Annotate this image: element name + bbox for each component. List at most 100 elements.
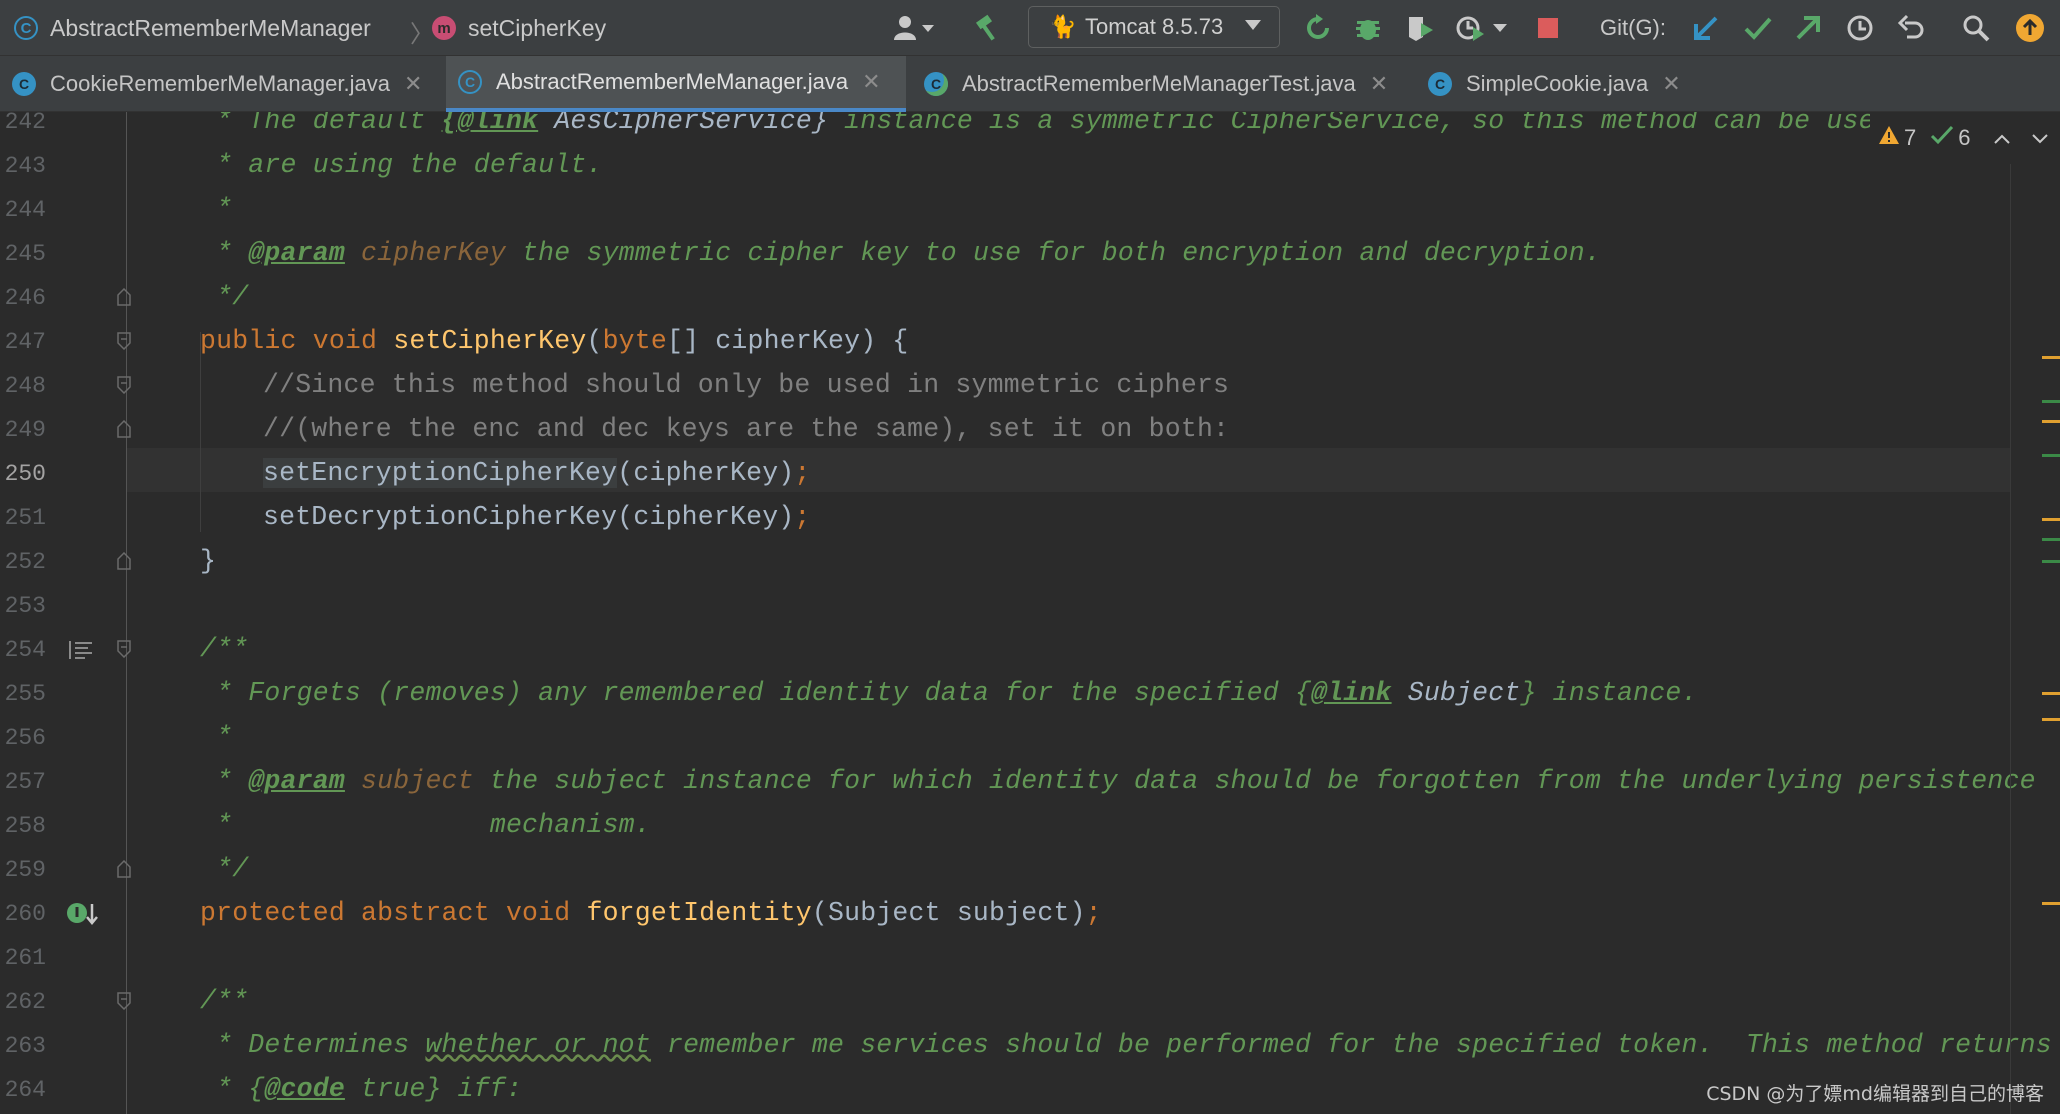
warning-stripe[interactable] xyxy=(2042,518,2060,521)
line-number: 261 xyxy=(4,945,46,971)
line-number: 249 xyxy=(4,417,46,443)
close-icon[interactable]: ✕ xyxy=(1662,71,1680,97)
line-number: 254 xyxy=(4,637,46,663)
fold-end-icon[interactable] xyxy=(117,860,131,878)
fold-start-icon[interactable] xyxy=(117,332,131,350)
git-label: Git(G): xyxy=(1600,15,1666,40)
tab-label: AbstractRememberMeManager.java xyxy=(496,69,849,94)
stop-icon[interactable] xyxy=(1530,10,1566,46)
hammer-icon[interactable] xyxy=(970,10,1006,46)
debug-icon[interactable] xyxy=(1350,10,1386,46)
tab-label: AbstractRememberMeManagerTest.java xyxy=(962,71,1356,96)
line-number: 242 xyxy=(4,112,46,135)
code-line: 246 */ xyxy=(0,276,2060,320)
code-editor[interactable]: 242 * The default {@link AesCipherServic… xyxy=(0,112,2060,1114)
code-line: 248 //Since this method should only be u… xyxy=(0,364,2060,408)
tab-cookie-remember-me-manager[interactable]: C CookieRememberMeManager.java ✕ xyxy=(0,56,438,112)
fold-start-icon[interactable] xyxy=(117,640,131,658)
line-number: 246 xyxy=(4,285,46,311)
profile-icon[interactable] xyxy=(1452,10,1488,46)
user-icon[interactable] xyxy=(888,10,940,46)
tomcat-icon: 🐈 xyxy=(1049,14,1077,39)
run-configuration-label: Tomcat 8.5.73 xyxy=(1085,14,1224,39)
line-text: //(where the enc and dec keys are the sa… xyxy=(263,414,1230,444)
line-number: 253 xyxy=(4,593,46,619)
ok-stripe[interactable] xyxy=(2042,400,2060,403)
breadcrumb-method[interactable]: m setCipherKey xyxy=(432,0,606,56)
code-line: 263 * Determines whether or not remember… xyxy=(0,1024,2060,1068)
warning-icon xyxy=(1878,125,1900,151)
warning-stripe[interactable] xyxy=(2042,718,2060,721)
chevron-down-icon xyxy=(1245,20,1261,30)
line-text: setDecryptionCipherKey(cipherKey); xyxy=(263,502,811,532)
line-number: 260 xyxy=(4,901,46,927)
abstract-class-icon: C xyxy=(458,70,482,94)
code-line: 254 /** xyxy=(0,628,2060,672)
history-icon[interactable] xyxy=(1842,10,1878,46)
breadcrumb-class[interactable]: C AbstractRememberMeManager xyxy=(14,0,371,56)
line-text: } xyxy=(200,546,217,576)
tab-abstract-remember-me-manager-test[interactable]: C AbstractRememberMeManagerTest.java ✕ xyxy=(912,56,1412,112)
rollback-icon[interactable] xyxy=(1894,10,1930,46)
code-line: 243 * are using the default. xyxy=(0,144,2060,188)
git-push-icon[interactable] xyxy=(1790,10,1826,46)
profile-dropdown-icon[interactable] xyxy=(1490,10,1510,46)
line-text: * The default {@link AesCipherService} i… xyxy=(200,112,2004,136)
line-number: 255 xyxy=(4,681,46,707)
line-text: * {@code true} iff: xyxy=(200,1074,523,1104)
code-line: 257 * @param subject the subject instanc… xyxy=(0,760,2060,804)
code-line: 249 //(where the enc and dec keys are th… xyxy=(0,408,2060,452)
scrollbar-track[interactable] xyxy=(2010,164,2011,1114)
ok-stripe[interactable] xyxy=(2042,560,2060,563)
code-line: 261 xyxy=(0,936,2060,980)
code-line: 262 /** xyxy=(0,980,2060,1024)
line-text: /** xyxy=(200,634,249,664)
editor-tabs: C CookieRememberMeManager.java ✕ C Abstr… xyxy=(0,56,2060,112)
ok-stripe[interactable] xyxy=(2042,538,2060,541)
close-icon[interactable]: ✕ xyxy=(404,71,422,97)
tab-simple-cookie[interactable]: C SimpleCookie.java ✕ xyxy=(1416,56,1698,112)
fold-start-icon[interactable] xyxy=(117,376,131,394)
fold-end-icon[interactable] xyxy=(117,288,131,306)
coverage-icon[interactable] xyxy=(1402,10,1438,46)
rerun-icon[interactable] xyxy=(1300,10,1336,46)
breadcrumb-method-label: setCipherKey xyxy=(468,14,607,41)
implemented-marker-icon[interactable] xyxy=(66,902,100,933)
line-text: //Since this method should only be used … xyxy=(263,370,1230,400)
line-number: 259 xyxy=(4,857,46,883)
class-icon: C xyxy=(1428,72,1452,96)
line-text: * @param cipherKey the symmetric cipher … xyxy=(200,238,1601,268)
line-text: */ xyxy=(200,282,249,312)
rendered-doc-toggle-icon[interactable] xyxy=(68,640,94,665)
breadcrumb-class-label: AbstractRememberMeManager xyxy=(50,14,371,41)
git-update-icon[interactable] xyxy=(1688,10,1724,46)
next-highlight-icon[interactable] xyxy=(2031,125,2049,151)
warning-stripe[interactable] xyxy=(2042,902,2060,905)
update-available-icon[interactable] xyxy=(2012,10,2048,46)
check-icon xyxy=(1930,125,1954,151)
fold-end-icon[interactable] xyxy=(117,420,131,438)
warning-stripe[interactable] xyxy=(2042,420,2060,423)
code-line: 256 * xyxy=(0,716,2060,760)
close-icon[interactable]: ✕ xyxy=(862,69,880,95)
line-number: 250 xyxy=(4,461,46,487)
warning-stripe[interactable] xyxy=(2042,692,2060,695)
inspection-widget[interactable]: 7 6 xyxy=(1870,112,2060,164)
line-number: 264 xyxy=(4,1077,46,1103)
line-number: 247 xyxy=(4,329,46,355)
close-icon[interactable]: ✕ xyxy=(1370,71,1388,97)
tab-abstract-remember-me-manager[interactable]: C AbstractRememberMeManager.java ✕ xyxy=(446,56,906,112)
ok-count: 6 xyxy=(1958,125,1971,150)
previous-highlight-icon[interactable] xyxy=(1993,125,2011,151)
search-icon[interactable] xyxy=(1958,10,1994,46)
warning-stripe[interactable] xyxy=(2042,356,2060,359)
git-commit-icon[interactable] xyxy=(1740,10,1776,46)
run-configuration-select[interactable]: 🐈 Tomcat 8.5.73 xyxy=(1028,6,1280,48)
ok-stripe[interactable] xyxy=(2042,454,2060,457)
line-text: * are using the default. xyxy=(200,150,603,180)
code-line: 253 xyxy=(0,584,2060,628)
test-class-icon: C xyxy=(924,72,948,96)
fold-end-icon[interactable] xyxy=(117,552,131,570)
code-line: 258 * mechanism. xyxy=(0,804,2060,848)
fold-start-icon[interactable] xyxy=(117,992,131,1010)
